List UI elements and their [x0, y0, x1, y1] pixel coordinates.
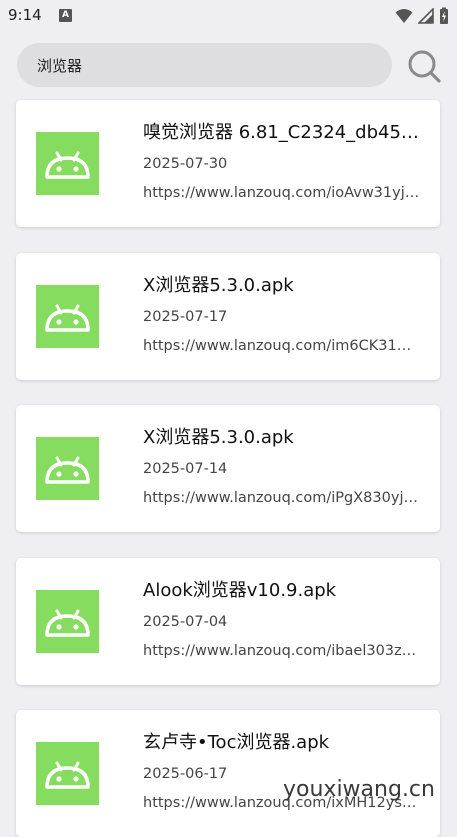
android-app-icon — [36, 742, 99, 805]
search-input[interactable]: 浏览器 — [17, 43, 392, 87]
item-title: 嗅觉浏览器 6.81_C2324_db45… — [143, 122, 419, 143]
status-bar: 9:14 A — [0, 0, 457, 32]
battery-charging-icon — [440, 7, 448, 24]
search-query-text: 浏览器 — [37, 57, 83, 75]
list-item[interactable]: X浏览器5.3.0.apk 2025-07-17 https://www.lan… — [16, 253, 440, 380]
item-url: https://www.lanzouq.com/ibael303z… — [143, 643, 417, 659]
list-item[interactable]: Alook浏览器v10.9.apk 2025-07-04 https://www… — [16, 558, 440, 685]
status-icons — [395, 7, 449, 25]
list-item[interactable]: 玄卢寺•Toc浏览器.apk 2025-06-17 https://www.la… — [16, 710, 440, 837]
item-url: https://www.lanzouq.com/ioAvw31yj… — [143, 185, 420, 201]
android-app-icon — [36, 285, 99, 348]
item-date: 2025-07-04 — [143, 614, 228, 630]
android-app-icon — [36, 437, 99, 500]
search-button[interactable] — [406, 48, 442, 84]
android-app-icon — [36, 132, 99, 195]
item-title: X浏览器5.3.0.apk — [143, 427, 294, 448]
item-date: 2025-07-30 — [143, 156, 228, 172]
item-date: 2025-07-14 — [143, 461, 228, 477]
notification-a-icon: A — [59, 9, 72, 22]
item-title: 玄卢寺•Toc浏览器.apk — [143, 732, 330, 753]
search-bar: 浏览器 — [0, 42, 457, 88]
android-app-icon — [36, 590, 99, 653]
item-url: https://www.lanzouq.com/iPgX830yj… — [143, 490, 418, 506]
list-item[interactable]: 嗅觉浏览器 6.81_C2324_db45… 2025-07-30 https:… — [16, 100, 440, 227]
item-title: Alook浏览器v10.9.apk — [143, 580, 337, 601]
item-url: https://www.lanzouq.com/im6CK31… — [143, 338, 412, 354]
item-date: 2025-07-17 — [143, 309, 228, 325]
list-item[interactable]: X浏览器5.3.0.apk 2025-07-14 https://www.lan… — [16, 405, 440, 532]
item-date: 2025-06-17 — [143, 766, 228, 782]
wifi-icon — [395, 9, 413, 23]
status-time: 9:14 — [8, 6, 42, 24]
cellular-signal-icon — [418, 8, 434, 24]
watermark: youxiwang.cn — [283, 777, 435, 802]
search-icon — [408, 50, 441, 83]
item-title: X浏览器5.3.0.apk — [143, 275, 294, 296]
